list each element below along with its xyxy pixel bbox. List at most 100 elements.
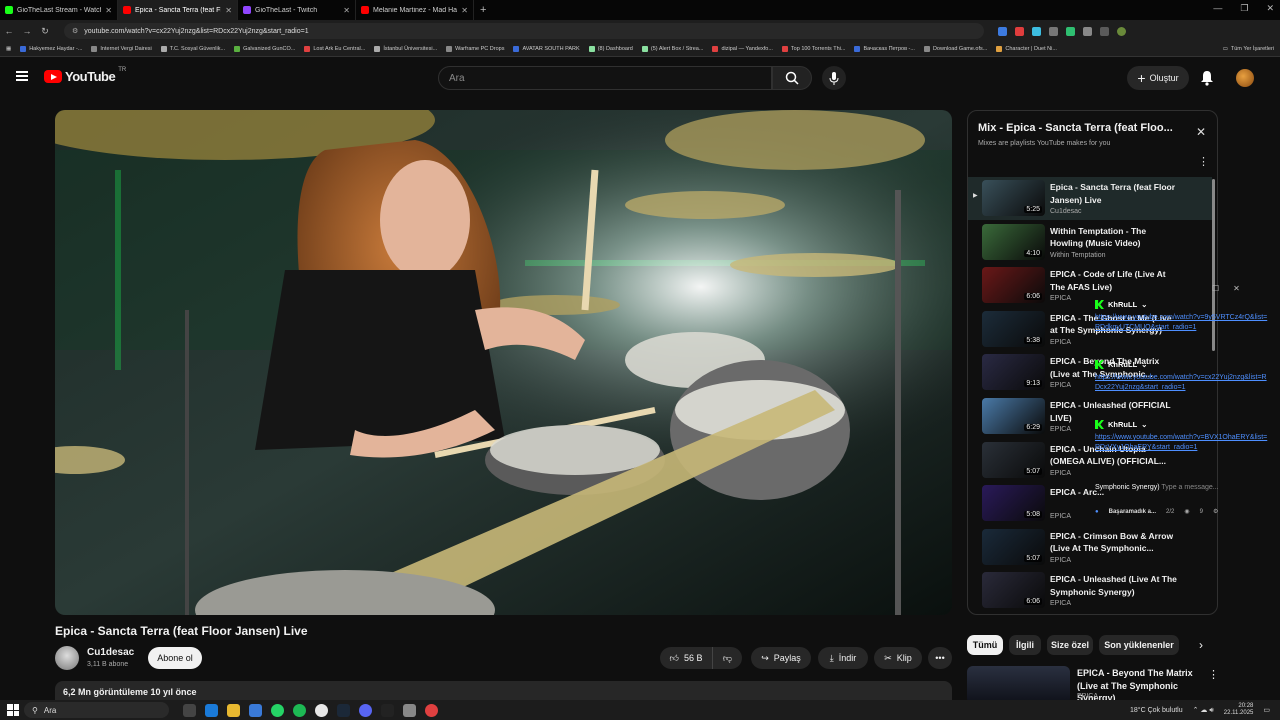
video-player[interactable] (55, 110, 952, 615)
app-icon[interactable] (403, 703, 416, 717)
task-view-icon[interactable] (183, 703, 196, 717)
browser-tab[interactable]: GioTheLast Stream - Watch ✕ (0, 0, 118, 20)
bookmark-item[interactable]: (5) Alert Box / Strea... (641, 46, 703, 52)
more-actions-button[interactable]: ••• (928, 647, 952, 669)
browser-tab[interactable]: GioTheLast - Twitch ✕ (238, 0, 356, 20)
new-tab-icon[interactable]: + (474, 4, 492, 16)
chat-link[interactable]: https://www.youtube.com/watch?v=BVX1OhaE… (1095, 433, 1270, 453)
bookmark-item[interactable]: Galvanized GunCO... (234, 46, 295, 52)
chevron-right-icon[interactable]: › (1199, 638, 1203, 652)
reload-icon[interactable]: ↻ (36, 26, 54, 37)
more-vertical-icon[interactable]: ⋮ (1198, 155, 1209, 168)
chip-all[interactable]: Tümü (967, 635, 1003, 655)
playlist-thumbnail[interactable]: 6:29 (982, 398, 1045, 434)
close-icon[interactable]: ✕ (1196, 125, 1206, 139)
chat-input[interactable]: Symphonic Synergy) Type a message... (1095, 484, 1265, 491)
bookmark-item[interactable]: Warframe PC Drops (446, 46, 504, 52)
create-button[interactable]: + Oluştur (1127, 66, 1189, 90)
chat-username[interactable]: KhRuLL ⌄ (1095, 300, 1270, 309)
playlist-thumbnail[interactable]: 9:13 (982, 354, 1045, 391)
extension-icon[interactable] (1049, 26, 1058, 36)
channel-avatar[interactable] (55, 646, 79, 670)
forward-icon[interactable]: → (18, 26, 36, 36)
bookmark-item[interactable]: AVATAR SOUTH PARK (513, 46, 580, 52)
close-tab-icon[interactable]: ✕ (225, 6, 232, 15)
recommended-thumbnail[interactable] (967, 666, 1070, 704)
notifications-bell-icon[interactable] (1200, 70, 1214, 91)
taskbar-search[interactable]: ⚲ Ara (24, 702, 169, 718)
more-vertical-icon[interactable]: ⋮ (1208, 668, 1219, 681)
playlist-thumbnail[interactable]: 5:08 (982, 485, 1045, 522)
chip-for-you[interactable]: Size özel (1047, 635, 1093, 655)
dislike-button[interactable]: 👎︎ (712, 647, 742, 669)
extension-icon[interactable] (1083, 26, 1092, 36)
weather-widget[interactable]: 18°C Çok bulutlu (1130, 707, 1183, 714)
bookmark-item[interactable]: Hakyemez Haydar -... (20, 46, 82, 52)
discord-icon[interactable] (359, 703, 372, 717)
store-icon[interactable] (249, 703, 262, 717)
app-icon[interactable] (425, 703, 438, 717)
chat-link[interactable]: https://www.youtube.com/watch?v=9y5VRTCz… (1095, 313, 1270, 333)
url-field[interactable]: ⚙ youtube.com/watch?v=cx22Yuj2nzg&list=R… (64, 23, 984, 39)
chip-related[interactable]: İlgili (1009, 635, 1041, 655)
all-bookmarks[interactable]: ▭ Tüm Yer İşaretleri (1223, 46, 1280, 52)
tray-icons[interactable]: ⌃ ☁ 🔊︎ (1193, 706, 1214, 715)
playlist-item[interactable]: 5:07 EPICA - Crimson Bow & Arrow (Live At… (968, 526, 1212, 569)
user-avatar[interactable] (1236, 69, 1254, 87)
playlist-thumbnail[interactable]: 6:06 (982, 267, 1045, 304)
playlist-item[interactable]: 4:10 Within Temptation - The Howling (Mus… (968, 221, 1212, 264)
extension-icon[interactable] (1015, 26, 1024, 36)
channel-name[interactable]: Cu1desac (87, 647, 134, 658)
search-button[interactable] (772, 66, 812, 90)
extension-icon[interactable] (998, 26, 1007, 36)
bookmark-item[interactable]: T.C. Sosyal Güvenlik... (160, 46, 225, 52)
restore-icon[interactable]: ❐ (1240, 3, 1248, 14)
playlist-thumbnail[interactable]: 5:25 (982, 180, 1045, 216)
extension-icon[interactable] (1100, 26, 1109, 36)
download-button[interactable]: ⤓ İndir (818, 647, 868, 669)
youtube-logo[interactable]: YouTube TR (44, 67, 126, 84)
playlist-item[interactable]: 6:06 EPICA - Unleashed (Live At The Symph… (968, 569, 1212, 612)
close-tab-icon[interactable]: ✕ (343, 6, 350, 15)
bookmark-item[interactable]: Character | Duet Ni... (996, 46, 1057, 52)
playlist-thumbnail[interactable]: 5:38 (982, 310, 1045, 347)
playlist-item[interactable]: ▶ 5:25 Epica - Sancta Terra (feat Floor Ja… (968, 177, 1212, 220)
extension-icon[interactable] (1032, 26, 1041, 36)
browser-tab[interactable]: Epica - Sancta Terra (feat Flo ✕ (118, 0, 238, 20)
chat-username[interactable]: KhRuLL ⌄ (1095, 360, 1270, 369)
chip-recently-uploaded[interactable]: Son yüklenenler (1099, 635, 1179, 655)
back-icon[interactable]: ← (0, 26, 18, 36)
chat-username[interactable]: KhRuLL ⌄ (1095, 420, 1270, 429)
clip-button[interactable]: ✂ Klip (874, 647, 922, 669)
notification-icon[interactable]: ▭ (1263, 706, 1270, 714)
epic-games-icon[interactable] (381, 703, 394, 717)
edge-icon[interactable] (205, 703, 218, 717)
clock[interactable]: 20:28 22.11.2025 (1224, 703, 1254, 717)
menu-icon[interactable] (16, 71, 28, 81)
bookmark-item[interactable]: İstanbul Üniversitesi... (374, 46, 437, 52)
bookmark-item[interactable]: Download Game.ofs... (923, 46, 987, 52)
steam-icon[interactable] (337, 703, 350, 717)
playlist-thumbnail[interactable]: 4:10 (982, 223, 1045, 260)
close-tab-icon[interactable]: ✕ (105, 6, 112, 15)
site-info-icon[interactable]: ⚙ (72, 27, 78, 35)
subscribe-button[interactable]: Abone ol (148, 647, 202, 669)
bookmark-item[interactable]: Lost Ark Eu Central... (304, 46, 365, 52)
chat-link[interactable]: https://www.youtube.com/watch?v=cx22Yuj2… (1095, 373, 1270, 393)
playlist-thumbnail[interactable]: 5:07 (982, 441, 1045, 478)
bookmark-item[interactable]: Вачаскаs Петров -... (854, 46, 915, 52)
close-tab-icon[interactable]: ✕ (461, 6, 468, 15)
extension-icon[interactable] (1066, 26, 1075, 36)
close-icon[interactable]: ✕ (1266, 3, 1274, 14)
playlist-thumbnail[interactable]: 5:07 (982, 528, 1045, 565)
minimize-icon[interactable]: — (1213, 3, 1222, 14)
voice-search-button[interactable] (822, 66, 846, 90)
windows-start-icon[interactable] (7, 704, 19, 716)
search-input[interactable]: Ara (438, 66, 772, 90)
browser-tab[interactable]: Melanie Martinez - Mad Hatte ✕ (356, 0, 474, 20)
profile-icon[interactable] (1117, 26, 1126, 36)
settings-gear-icon[interactable]: ⚙ (1213, 508, 1218, 515)
spotify-icon[interactable] (293, 703, 306, 717)
share-button[interactable]: ↪ Paylaş (751, 647, 811, 669)
bookmark-item[interactable]: dizipal — Yandexfo... (712, 46, 773, 52)
